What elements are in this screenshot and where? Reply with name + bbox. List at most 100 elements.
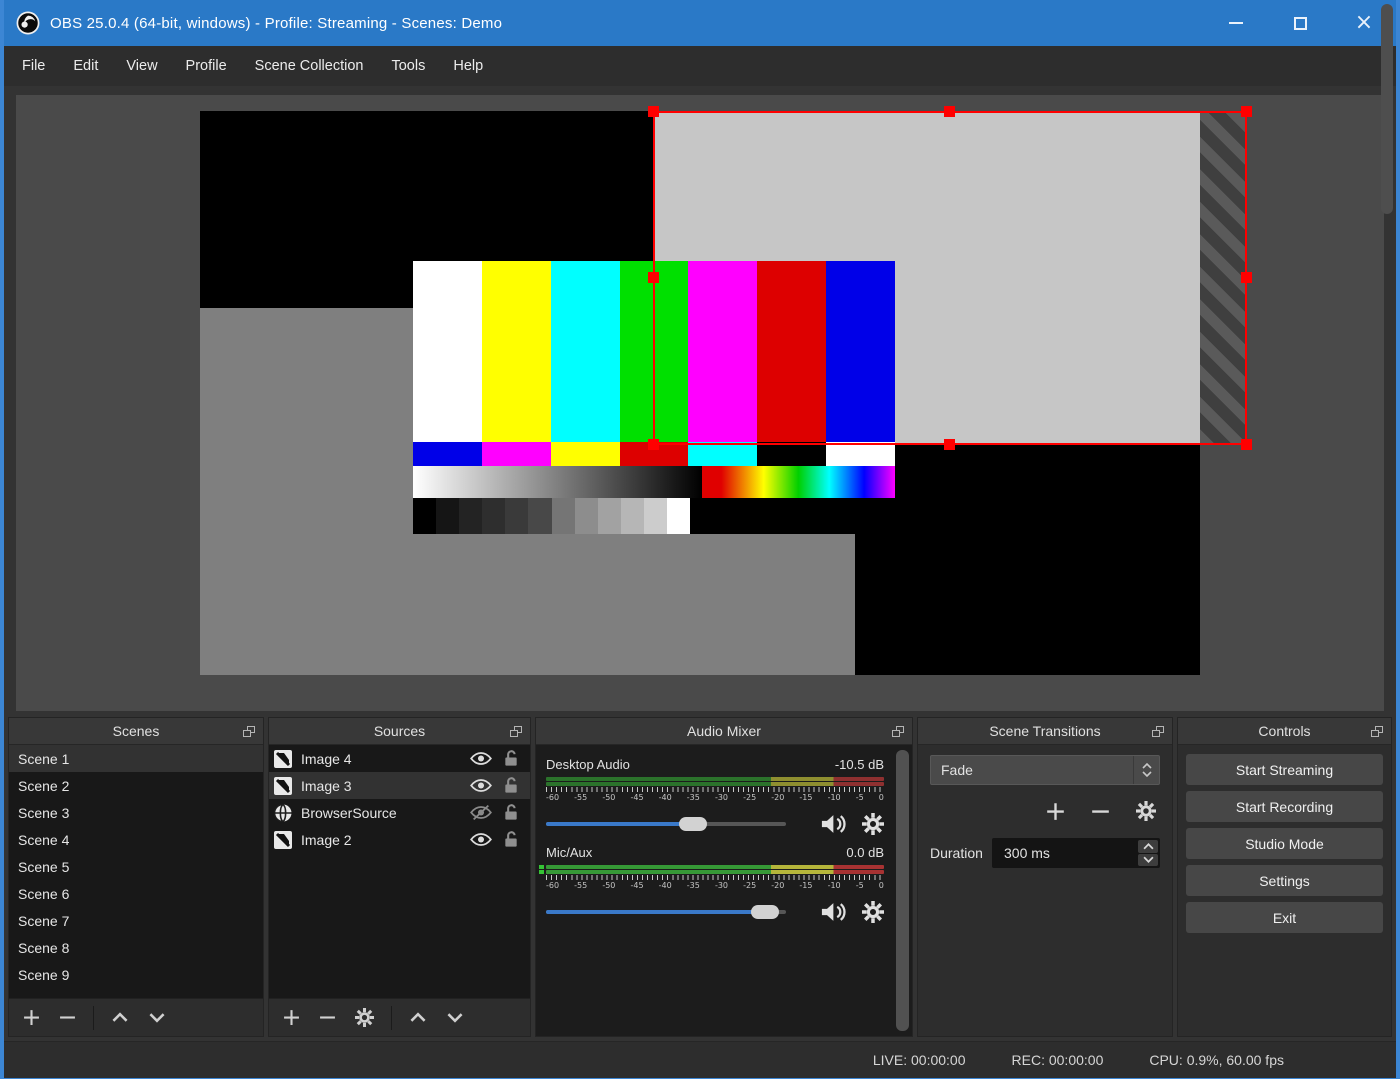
move-source-down-button[interactable] [446, 1012, 464, 1023]
menu-item[interactable]: Tools [377, 50, 439, 82]
scene-list-item[interactable]: Scene 7 [9, 907, 263, 934]
audio-mixer-panel: Audio Mixer Desktop Audio -10.5 dB -60 -5… [535, 717, 913, 1037]
resize-handle-top-left[interactable] [648, 106, 659, 117]
scene-list-item[interactable]: Scene 9 [9, 961, 263, 988]
unlock-icon[interactable] [500, 831, 522, 848]
scene-list-item[interactable]: Scene 8 [9, 934, 263, 961]
remove-scene-button[interactable] [59, 1009, 76, 1026]
channel-settings-gear-icon[interactable] [862, 901, 884, 923]
transition-properties-gear-icon[interactable] [1136, 801, 1156, 821]
resize-handle-bottom-right[interactable] [1241, 439, 1252, 450]
scene-name: Scene 9 [18, 966, 70, 983]
visibility-eye-icon[interactable] [470, 751, 492, 766]
unlock-icon[interactable] [500, 750, 522, 767]
source-selection-box[interactable] [648, 106, 1252, 450]
window-title: OBS 25.0.4 (64-bit, windows) - Profile: … [50, 14, 503, 32]
control-button[interactable]: Settings [1186, 865, 1383, 896]
source-list-item[interactable]: Image 2 [269, 826, 530, 853]
visibility-eye-icon[interactable] [470, 778, 492, 793]
menu-item[interactable]: Profile [172, 50, 241, 82]
controls-header: Controls [1178, 718, 1391, 745]
resize-handle-top-middle[interactable] [944, 106, 955, 117]
scene-name: Scene 7 [18, 912, 70, 929]
speaker-icon[interactable] [820, 813, 848, 835]
duration-decrement-button[interactable] [1138, 853, 1158, 866]
scenes-scrollbar[interactable] [1381, 4, 1393, 214]
add-transition-button[interactable] [1046, 802, 1065, 821]
controls-panel: Controls Start Streaming Start Recording S… [1177, 717, 1392, 1037]
unlock-icon[interactable] [500, 777, 522, 794]
scene-transitions-body: Fade Duration 300 ms [918, 745, 1172, 1036]
scene-name: Scene 2 [18, 777, 70, 794]
visibility-eye-slash-icon[interactable] [470, 805, 492, 820]
combo-spinner-icon[interactable] [1133, 756, 1159, 784]
speaker-icon[interactable] [820, 901, 848, 923]
minimize-button[interactable] [1204, 0, 1268, 46]
add-source-button[interactable] [283, 1009, 300, 1026]
db-tick-label: -20 [771, 793, 785, 802]
unlock-icon[interactable] [500, 804, 522, 821]
menu-item[interactable]: File [8, 50, 59, 82]
db-tick-label: -40 [658, 793, 672, 802]
volume-slider[interactable] [546, 817, 786, 831]
source-properties-gear-icon[interactable] [355, 1008, 374, 1027]
db-tick-label: -25 [743, 793, 757, 802]
move-source-up-button[interactable] [409, 1012, 427, 1023]
menu-item[interactable]: Edit [59, 50, 112, 82]
volume-slider-handle[interactable] [750, 905, 779, 919]
control-button[interactable]: Studio Mode [1186, 828, 1383, 859]
float-dock-icon[interactable] [1152, 726, 1164, 737]
float-dock-icon[interactable] [510, 726, 522, 737]
db-tick-label: -30 [714, 881, 729, 890]
source-list-item[interactable]: BrowserSource [269, 799, 530, 826]
resize-handle-middle-right[interactable] [1241, 272, 1252, 283]
move-scene-down-button[interactable] [148, 1012, 166, 1023]
sources-panel: Sources Image 4 Image 3 BrowserSource Im… [268, 717, 531, 1037]
resize-handle-middle-left[interactable] [648, 272, 659, 283]
remove-transition-button[interactable] [1091, 802, 1110, 821]
maximize-button[interactable] [1268, 0, 1332, 46]
canvas-black-rect-bottom-right[interactable] [855, 445, 1200, 675]
scene-list-item[interactable]: Scene 3 [9, 799, 263, 826]
scene-list-item[interactable]: Scene 5 [9, 853, 263, 880]
cpu-fps: CPU: 0.9%, 60.00 fps [1149, 1052, 1284, 1068]
source-list-item[interactable]: Image 3 [269, 772, 530, 799]
db-tick-label: -35 [686, 793, 700, 802]
transition-selected-value: Fade [941, 762, 973, 778]
titlebar: OBS 25.0.4 (64-bit, windows) - Profile: … [4, 0, 1396, 46]
transition-select[interactable]: Fade [930, 755, 1160, 785]
add-scene-button[interactable] [23, 1009, 40, 1026]
close-icon: × [1354, 10, 1374, 35]
resize-handle-top-right[interactable] [1241, 106, 1252, 117]
resize-handle-bottom-left[interactable] [648, 439, 659, 450]
move-scene-up-button[interactable] [111, 1012, 129, 1023]
control-button[interactable]: Exit [1186, 902, 1383, 933]
duration-increment-button[interactable] [1138, 840, 1158, 853]
scenes-toolbar [9, 998, 263, 1036]
duration-spinbox[interactable]: 300 ms [992, 838, 1160, 868]
menu-item[interactable]: Scene Collection [241, 50, 378, 82]
db-tick-label: -50 [602, 793, 616, 802]
source-list-item[interactable]: Image 4 [269, 745, 530, 772]
control-button[interactable]: Start Streaming [1186, 754, 1383, 785]
visibility-eye-icon[interactable] [470, 832, 492, 847]
menu-item[interactable]: View [112, 50, 171, 82]
menu-item[interactable]: Help [439, 50, 497, 82]
volume-slider-handle[interactable] [678, 817, 707, 831]
scene-list-item[interactable]: Scene 1 [9, 745, 263, 772]
channel-settings-gear-icon[interactable] [862, 813, 884, 835]
float-dock-icon[interactable] [892, 726, 904, 737]
scenes-header: Scenes [9, 718, 263, 745]
volume-slider[interactable] [546, 905, 786, 919]
scene-list-item[interactable]: Scene 4 [9, 826, 263, 853]
remove-source-button[interactable] [319, 1009, 336, 1026]
scene-list-item[interactable]: Scene 2 [9, 772, 263, 799]
scene-transitions-title: Scene Transitions [989, 723, 1101, 739]
mixer-scrollbar[interactable] [896, 750, 909, 1031]
float-dock-icon[interactable] [243, 726, 255, 737]
control-button[interactable]: Start Recording [1186, 791, 1383, 822]
scene-list-item[interactable]: Scene 6 [9, 880, 263, 907]
scenes-title: Scenes [112, 723, 160, 739]
float-dock-icon[interactable] [1371, 726, 1383, 737]
resize-handle-bottom-middle[interactable] [944, 439, 955, 450]
